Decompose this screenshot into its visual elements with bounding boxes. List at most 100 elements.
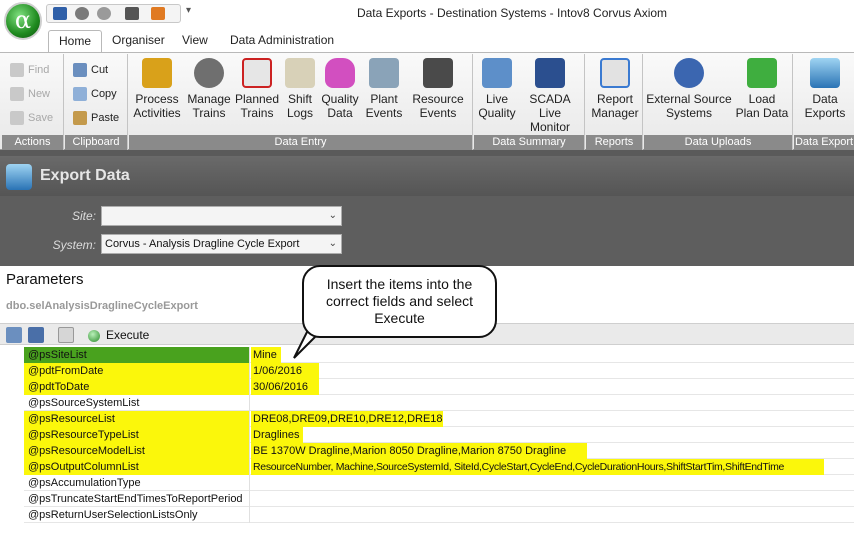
train-icon xyxy=(194,58,224,88)
ribbon: Find New Save Actions Cut Copy Paste Cli… xyxy=(0,52,854,150)
parameters-title: Parameters xyxy=(6,271,84,288)
flask-icon xyxy=(325,58,355,88)
cut-button[interactable]: Cut xyxy=(73,60,108,80)
find-icon xyxy=(10,63,24,78)
plant-icon xyxy=(369,58,399,88)
table-row[interactable]: @pdtToDate 30/06/2016 xyxy=(24,379,854,395)
param-value[interactable] xyxy=(251,395,253,411)
table-row[interactable]: @psSiteList Mine xyxy=(24,347,854,363)
categorized-icon[interactable] xyxy=(6,327,22,343)
property-pages-icon[interactable] xyxy=(58,327,74,343)
site-label: Site: xyxy=(71,209,96,223)
param-value[interactable] xyxy=(251,507,253,523)
page-title: Export Data xyxy=(40,167,130,184)
calendar-icon xyxy=(242,58,272,88)
table-row[interactable]: @pdtFromDate 1/06/2016 xyxy=(24,363,854,379)
logbook-icon xyxy=(285,58,315,88)
param-value[interactable]: Draglines xyxy=(251,427,303,443)
manage-trains-button[interactable]: Manage Trains xyxy=(185,58,233,134)
param-name: @psAccumulationType xyxy=(24,475,250,491)
group-data-uploads: External Source Systems Load Plan Data Dat… xyxy=(644,54,793,150)
export-header: Export Data xyxy=(0,156,854,196)
group-label-clipboard: Clipboard xyxy=(65,135,127,150)
table-row[interactable]: @psAccumulationType xyxy=(24,475,854,491)
group-data-summary: Live Quality SCADA Live Monitor Data Summa… xyxy=(474,54,585,150)
instruction-callout: Insert the items into the correct fields… xyxy=(302,265,497,338)
param-value[interactable]: Mine xyxy=(251,347,281,363)
group-data-entry: Process Activities Manage Trains Planned Tr… xyxy=(129,54,473,150)
data-exports-button[interactable]: Data Exports xyxy=(798,58,852,134)
chart-monitor-icon xyxy=(482,58,512,88)
table-row[interactable]: @psResourceTypeList Draglines xyxy=(24,427,854,443)
parameter-grid: @psSiteList Mine @pdtFromDate 1/06/2016 … xyxy=(24,347,854,523)
param-value[interactable]: 1/06/2016 xyxy=(251,363,319,379)
group-label-actions: Actions xyxy=(2,135,63,150)
process-activities-button[interactable]: Process Activities xyxy=(133,58,181,134)
external-source-systems-button[interactable]: External Source Systems xyxy=(646,58,732,134)
chevron-down-icon: ⌄ xyxy=(328,210,337,221)
resource-panel-icon xyxy=(423,58,453,88)
quality-data-button[interactable]: Quality Data xyxy=(319,58,361,134)
param-name: @psSiteList xyxy=(24,347,250,363)
export-form: Site: ⌄ System: Corvus - Analysis Dragli… xyxy=(0,196,854,266)
application-orb[interactable]: α xyxy=(4,2,42,40)
group-label-data-export: Data Export xyxy=(794,135,854,150)
resource-events-button[interactable]: Resource Events xyxy=(409,58,467,134)
table-row[interactable]: @psTruncateStartEndTimesToReportPeriod xyxy=(24,491,854,507)
scada-monitor-icon xyxy=(535,58,565,88)
table-row[interactable]: @psResourceModelList BE 1370W Dragline,M… xyxy=(24,443,854,459)
param-name: @psReturnUserSelectionListsOnly xyxy=(24,507,250,523)
param-name: @psResourceList xyxy=(24,411,250,427)
live-quality-button[interactable]: Live Quality xyxy=(478,58,516,134)
param-name: @psSourceSystemList xyxy=(24,395,250,411)
group-label-data-entry: Data Entry xyxy=(129,135,472,150)
group-data-export: Data Exports Data Export xyxy=(794,54,854,150)
param-value[interactable]: DRE08,DRE09,DRE10,DRE12,DRE18 xyxy=(251,411,443,427)
table-row[interactable]: @psReturnUserSelectionListsOnly xyxy=(24,507,854,523)
system-select[interactable]: Corvus - Analysis Dragline Cycle Export ⌄ xyxy=(101,234,342,254)
report-manager-button[interactable]: Report Manager xyxy=(590,58,640,134)
sort-alphabetical-icon[interactable] xyxy=(28,327,44,343)
param-value[interactable]: ResourceNumber, Machine,SourceSystemId, … xyxy=(251,459,824,475)
param-name: @pdtToDate xyxy=(24,379,250,395)
param-value[interactable] xyxy=(251,475,253,491)
content-area: Export Data Site: ⌄ System: Corvus - Ana… xyxy=(0,150,854,537)
table-row[interactable]: @psSourceSystemList xyxy=(24,395,854,411)
ribbon-tabs: Home Organiser View Data Administration xyxy=(0,28,854,52)
tab-data-administration[interactable]: Data Administration xyxy=(220,30,344,52)
copy-icon xyxy=(73,87,87,102)
tab-view[interactable]: View xyxy=(172,30,218,52)
copy-button[interactable]: Copy xyxy=(73,84,117,104)
group-reports: Report Manager Reports xyxy=(586,54,643,150)
table-row[interactable]: @psOutputColumnList ResourceNumber, Mach… xyxy=(24,459,854,475)
window-title: Data Exports - Destination Systems - Int… xyxy=(356,6,668,20)
upload-arrow-icon xyxy=(747,58,777,88)
group-label-data-uploads: Data Uploads xyxy=(644,135,792,150)
database-export-icon xyxy=(6,164,32,190)
new-button[interactable]: New xyxy=(10,84,50,104)
group-label-reports: Reports xyxy=(586,135,642,150)
find-button[interactable]: Find xyxy=(10,60,49,80)
load-plan-data-button[interactable]: Load Plan Data xyxy=(734,58,790,134)
save-icon xyxy=(10,111,24,126)
site-select[interactable]: ⌄ xyxy=(101,206,342,226)
save-button[interactable]: Save xyxy=(10,108,53,128)
plant-events-button[interactable]: Plant Events xyxy=(363,58,405,134)
tab-home[interactable]: Home xyxy=(48,30,103,52)
param-value[interactable]: BE 1370W Dragline,Marion 8050 Dragline,M… xyxy=(251,443,587,459)
table-row[interactable]: @psResourceList DRE08,DRE09,DRE10,DRE12,… xyxy=(24,411,854,427)
param-value[interactable] xyxy=(251,491,253,507)
network-icon xyxy=(674,58,704,88)
paste-button[interactable]: Paste xyxy=(73,108,119,128)
group-clipboard: Cut Copy Paste Clipboard xyxy=(65,54,128,150)
planned-trains-button[interactable]: Planned Trains xyxy=(233,58,281,134)
group-label-data-summary: Data Summary xyxy=(474,135,584,150)
database-export-icon xyxy=(810,58,840,88)
tab-organiser[interactable]: Organiser xyxy=(102,30,175,52)
shift-logs-button[interactable]: Shift Logs xyxy=(281,58,319,134)
execute-button[interactable]: Execute xyxy=(88,326,149,344)
scada-live-monitor-button[interactable]: SCADA Live Monitor xyxy=(518,58,582,134)
group-actions: Find New Save Actions xyxy=(2,54,64,150)
param-name: @psOutputColumnList xyxy=(24,459,250,475)
param-value[interactable]: 30/06/2016 xyxy=(251,379,319,395)
